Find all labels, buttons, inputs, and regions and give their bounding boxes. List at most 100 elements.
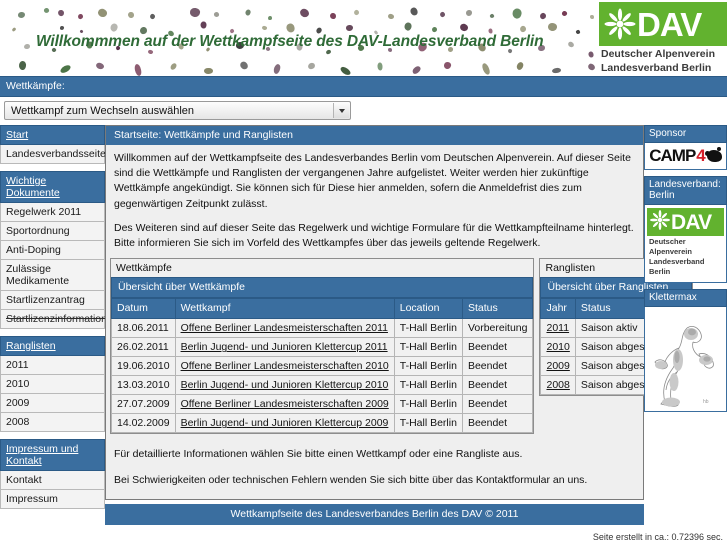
competition-link[interactable]: Berlin Jugend- und Junioren Klettercup 2… — [181, 417, 389, 429]
competitions-column-header: Datum — [111, 298, 176, 320]
ranking-year-link[interactable]: 2009 — [546, 360, 569, 372]
competitions-cell-location: T-Hall Berlin — [393, 394, 463, 415]
nav-group: Impressum und Kontakt Kontakt Impressum — [0, 439, 105, 509]
svg-text:hb: hb — [703, 399, 709, 405]
competitions-cell-wettkampf[interactable]: Berlin Jugend- und Junioren Klettercup 2… — [174, 375, 395, 396]
ranking-year-link[interactable]: 2011 — [546, 322, 569, 334]
generation-time: Seite erstellt in ca.: 0.72396 sec. — [592, 531, 723, 542]
camp4-wordmark: CAMP — [649, 146, 696, 165]
rankings-cell-jahr[interactable]: 2008 — [540, 375, 576, 396]
dav-sidebar-subtitle-line2: Landesverband Berlin — [649, 257, 705, 277]
competitions-cell-location: T-Hall Berlin — [393, 356, 463, 377]
competitions-cell-location: T-Hall Berlin — [393, 337, 463, 358]
competitions-cell-status: Beendet — [461, 337, 534, 358]
competitions-cell-wettkampf[interactable]: Berlin Jugend- und Junioren Klettercup 2… — [174, 413, 395, 434]
copyright-bar: Wettkampfseite des Landesverbandes Berli… — [105, 503, 644, 525]
content-columns: Start Landesverbandsseite Wichtige Dokumen… — [0, 125, 727, 525]
dav-sidebar-subtitle-line1: Deutscher Alpenverein — [649, 237, 692, 257]
competitions-table-box: Wettkämpfe Übersicht über Wettkämpfe Dat… — [110, 258, 535, 435]
competitions-cell-status: Beendet — [461, 413, 534, 434]
dav-logo-subtitle-line2: Landesverband Berlin — [601, 61, 712, 74]
competitions-cell-wettkampf[interactable]: Offene Berliner Landesmeisterschaften 20… — [174, 356, 395, 377]
left-sidebar: Start Landesverbandsseite Wichtige Dokumen… — [0, 125, 107, 516]
edelweiss-icon — [603, 7, 637, 41]
nav-item[interactable]: Sportordnung — [0, 222, 105, 241]
competitions-cell-datum: 14.02.2009 — [111, 413, 176, 434]
nav-group: Ranglisten 2011 2010 2009 2008 — [0, 336, 105, 432]
nav-item[interactable]: Startlizenzantrag — [0, 291, 105, 310]
competitions-table-caption: Wettkämpfe — [111, 259, 534, 278]
competitions-cell-datum: 13.03.2010 — [111, 375, 176, 396]
rankings-cell-jahr[interactable]: 2009 — [540, 356, 576, 377]
nav-item[interactable]: Impressum — [0, 490, 105, 509]
landesverband-body[interactable]: DAV Deutscher Alpenverein Landesverband … — [644, 205, 727, 283]
site-header: Willkommmen auf der Wettkampfseite des D… — [0, 0, 727, 76]
competition-link[interactable]: Berlin Jugend- und Junioren Klettercup 2… — [181, 341, 388, 353]
competition-link[interactable]: Offene Berliner Landesmeisterschaften 20… — [181, 360, 389, 372]
nav-item[interactable]: Anti-Doping — [0, 241, 105, 260]
competition-link[interactable]: Offene Berliner Landesmeisterschaften 20… — [181, 398, 389, 410]
table-row: 26.02.2011 Berlin Jugend- und Junioren Kl… — [111, 337, 534, 358]
main-column: Startseite: Wettkämpfe und Ranglisten Wi… — [105, 125, 693, 525]
nav-item[interactable]: 2008 — [0, 413, 105, 432]
competition-link[interactable]: Berlin Jugend- und Junioren Klettercup 2… — [181, 379, 389, 391]
competitions-cell-datum: 26.02.2011 — [111, 337, 176, 358]
competitions-cell-location: T-Hall Berlin — [393, 413, 463, 434]
landesverband-heading: Landesverband: Berlin — [644, 176, 727, 205]
main-title: Startseite: Wettkämpfe und Ranglisten — [106, 126, 643, 145]
table-row: 18.06.2011 Offene Berliner Landesmeisters… — [111, 318, 534, 339]
tables-row: Wettkämpfe Übersicht über Wettkämpfe Dat… — [106, 258, 693, 439]
dav-logo-sidebar: DAV Deutscher Alpenverein Landesverband … — [647, 208, 724, 279]
competition-link[interactable]: Offene Berliner Landesmeisterschaften 20… — [181, 322, 388, 334]
rankings-column-header: Jahr — [540, 298, 576, 320]
dav-sidebar-subtitle: Deutscher Alpenverein Landesverband Berl… — [647, 236, 724, 279]
main-intro: Willkommen auf der Wettkampfseite des La… — [106, 145, 643, 259]
nav-item[interactable]: 2011 — [0, 356, 105, 375]
rankings-cell-jahr[interactable]: 2011 — [540, 318, 576, 339]
nav-group: Start Landesverbandsseite — [0, 125, 106, 164]
dav-logo-subtitle: Deutscher Alpenverein Landesverband Berl… — [599, 46, 727, 76]
nav-item[interactable]: Landesverbandsseite — [0, 145, 106, 164]
klettermax-heading: Klettermax — [644, 288, 727, 307]
nav-item[interactable]: Regelwerk 2011 — [0, 203, 105, 222]
competitions-cell-status: Beendet — [461, 356, 534, 377]
nav-group-heading[interactable]: Impressum und Kontakt — [0, 439, 105, 471]
nav-group-heading[interactable]: Ranglisten — [0, 336, 105, 356]
klettermax-group: Klettermax hb — [644, 288, 727, 412]
table-row: 13.03.2010 Berlin Jugend- und Junioren Kl… — [111, 375, 534, 396]
sponsor-heading: Sponsor — [644, 125, 727, 143]
nav-item[interactable]: Startlizenzinformation — [0, 310, 107, 329]
main-content-box: Startseite: Wettkämpfe und Ranglisten Wi… — [105, 125, 693, 500]
nav-item[interactable]: 2009 — [0, 394, 105, 413]
klettermax-body: hb — [644, 306, 727, 412]
chevron-down-icon[interactable] — [333, 103, 349, 118]
competitions-cell-datum: 27.07.2009 — [111, 394, 176, 415]
competitions-cell-wettkampf[interactable]: Offene Berliner Landesmeisterschaften 20… — [174, 318, 395, 339]
competitions-cell-location: T-Hall Berlin — [393, 375, 463, 396]
page-welcome-title: Willkommmen auf der Wettkampfseite des D… — [36, 33, 544, 50]
nav-item[interactable]: Kontakt — [0, 471, 105, 490]
nav-group-heading[interactable]: Start — [0, 125, 105, 145]
dav-sidebar-green-block: DAV — [647, 208, 724, 236]
rankings-cell-jahr[interactable]: 2010 — [540, 337, 576, 358]
competitions-column-header: Location — [393, 298, 463, 320]
main-intro-paragraph-1: Willkommen auf der Wettkampfseite des La… — [114, 152, 631, 210]
nav-group-heading[interactable]: Wichtige Dokumente — [0, 171, 105, 203]
competition-select-label: Wettkämpfe: — [0, 76, 727, 97]
nav-item[interactable]: Zulässige Medikamente — [0, 260, 105, 291]
ranking-year-link[interactable]: 2010 — [546, 341, 569, 353]
ranking-year-link[interactable]: 2008 — [546, 379, 569, 391]
competitions-cell-wettkampf[interactable]: Berlin Jugend- und Junioren Klettercup 2… — [174, 337, 395, 358]
edelweiss-icon-sidebar — [649, 209, 671, 236]
table-row: 27.07.2009 Offene Berliner Landesmeisters… — [111, 394, 534, 415]
sponsor-body[interactable]: CAMP 4 — [644, 143, 727, 170]
competitions-cell-datum: 19.06.2010 — [111, 356, 176, 377]
main-footer-paragraph-1: Für detaillierte Informationen wählen Si… — [114, 448, 523, 461]
competitions-cell-wettkampf[interactable]: Offene Berliner Landesmeisterschaften 20… — [174, 394, 395, 415]
competition-select-wrapper: Wettkampf zum Wechseln auswählen — [0, 97, 727, 125]
camp4-number: 4 — [696, 146, 706, 165]
camp4-logo: CAMP 4 — [647, 146, 724, 166]
competition-select[interactable]: Wettkampf zum Wechseln auswählen — [4, 101, 351, 120]
sponsor-group: Sponsor CAMP 4 — [644, 125, 727, 170]
nav-item[interactable]: 2010 — [0, 375, 105, 394]
